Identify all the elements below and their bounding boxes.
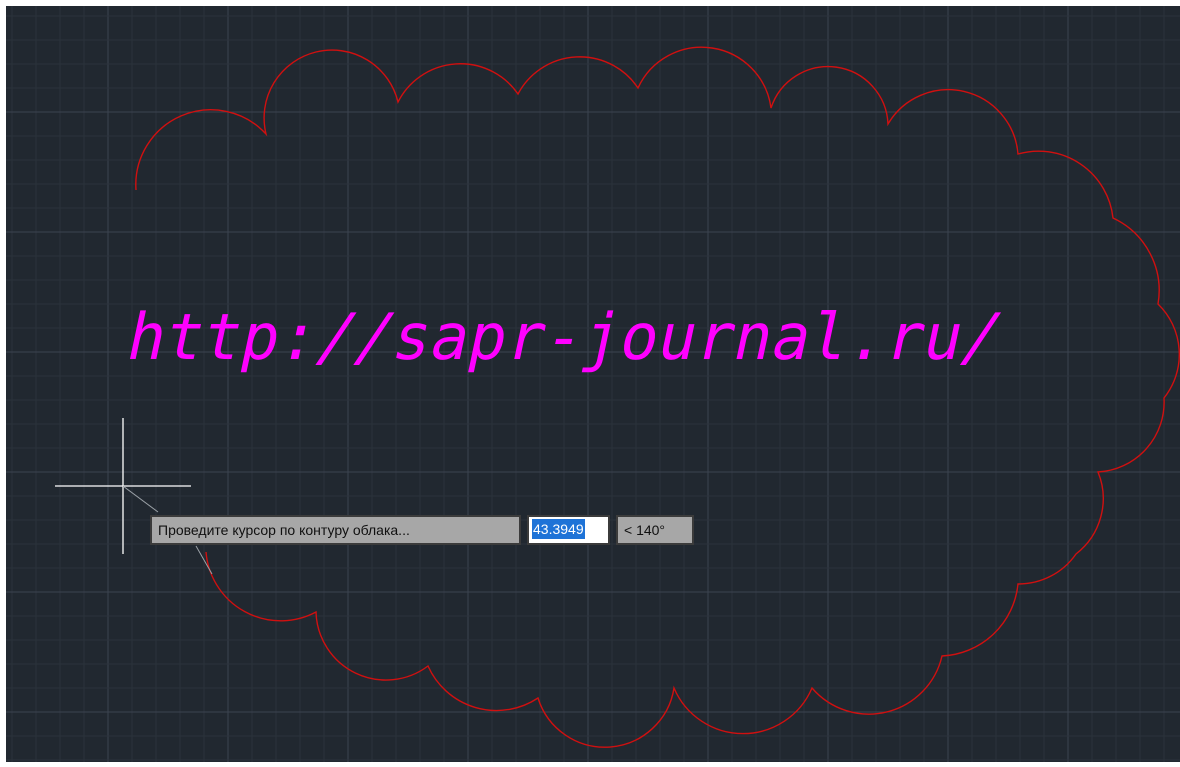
rubber-band-line [122, 485, 159, 513]
revision-cloud[interactable] [135, 46, 1180, 748]
command-prompt-tooltip: Проведите курсор по контуру облака... [150, 515, 521, 545]
grid [6, 6, 1180, 762]
distance-value[interactable]: 43.3949 [532, 519, 585, 539]
angle-input[interactable]: < 140° [616, 515, 694, 545]
watermark-text[interactable]: http://sapr-journal.ru/ [121, 301, 1009, 375]
model-space-canvas[interactable]: http://sapr-journal.ru/ [6, 6, 1180, 762]
drawing-area[interactable]: http://sapr-journal.ru/ Проведите курсор… [6, 6, 1180, 762]
distance-input[interactable]: 43.3949 [527, 515, 610, 545]
